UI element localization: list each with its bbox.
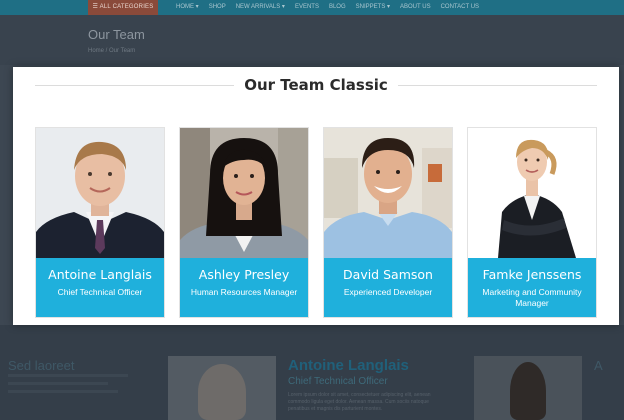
menu-item-blog[interactable]: BLOG (329, 0, 346, 15)
member-role: Chief Technical Officer (57, 287, 143, 297)
main-menu: HOME ▾ SHOP NEW ARRIVALS ▾ EVENTS BLOG S… (176, 0, 479, 15)
member-photo-david (324, 128, 452, 258)
menu-item-shop[interactable]: SHOP (209, 0, 226, 15)
member-info-antoine: Antoine Langlais Chief Technical Officer (36, 258, 164, 317)
menu-item-new-arrivals[interactable]: NEW ARRIVALS ▾ (236, 0, 285, 15)
team-cards: Antoine Langlais Chief Technical Officer (35, 127, 597, 318)
member-photo-famke (468, 128, 596, 258)
background-member-bio: Lorem ipsum dolor sit amet, consectetuer… (288, 392, 431, 412)
background-member-role: Chief Technical Officer (288, 376, 388, 387)
title-divider-left (35, 84, 235, 86)
member-role: Marketing and Community Manager (482, 287, 582, 308)
menu-item-home[interactable]: HOME ▾ (176, 0, 199, 15)
background-member-name: Antoine Langlais (288, 357, 409, 374)
member-role: Experienced Developer (343, 287, 433, 297)
background-side-heading-right: A (594, 358, 603, 373)
title-divider-right (397, 84, 598, 86)
member-photo-antoine (36, 128, 164, 258)
team-card-ashley[interactable]: Ashley Presley Human Resources Manager (179, 127, 309, 318)
menu-item-snippets[interactable]: SNIPPETS ▾ (356, 0, 390, 15)
member-photo-ashley (180, 128, 308, 258)
member-info-david: David Samson Experienced Developer (324, 258, 452, 317)
background-member-photo (168, 356, 276, 420)
member-info-famke: Famke Jenssens Marketing and Community M… (468, 258, 596, 317)
background-side-text (8, 374, 138, 404)
modal-title: Our Team Classic (244, 76, 388, 94)
background-member-photo-2 (474, 356, 582, 420)
menu-item-contact-us[interactable]: CONTACT US (441, 0, 479, 15)
member-role: Human Resources Manager (190, 287, 298, 297)
member-name: Antoine Langlais (48, 267, 152, 282)
member-name: Ashley Presley (198, 267, 290, 282)
team-card-antoine[interactable]: Antoine Langlais Chief Technical Officer (35, 127, 165, 318)
background-side-heading: Sed laoreet (8, 358, 75, 373)
breadcrumb[interactable]: Home / Our Team (88, 48, 135, 54)
all-categories-button[interactable]: ☰ ALL CATEGORIES (88, 0, 158, 15)
menu-item-about-us[interactable]: ABOUT US (400, 0, 431, 15)
member-name: Famke Jenssens (482, 267, 582, 282)
team-modal: Our Team Classic Antoine Langlais Chief … (13, 67, 619, 325)
page-title: Our Team (88, 27, 145, 42)
member-name: David Samson (343, 267, 433, 282)
menu-item-events[interactable]: EVENTS (295, 0, 319, 15)
modal-header: Our Team Classic (35, 74, 598, 96)
team-card-famke[interactable]: Famke Jenssens Marketing and Community M… (467, 127, 597, 318)
member-info-ashley: Ashley Presley Human Resources Manager (180, 258, 308, 317)
team-card-david[interactable]: David Samson Experienced Developer (323, 127, 453, 318)
